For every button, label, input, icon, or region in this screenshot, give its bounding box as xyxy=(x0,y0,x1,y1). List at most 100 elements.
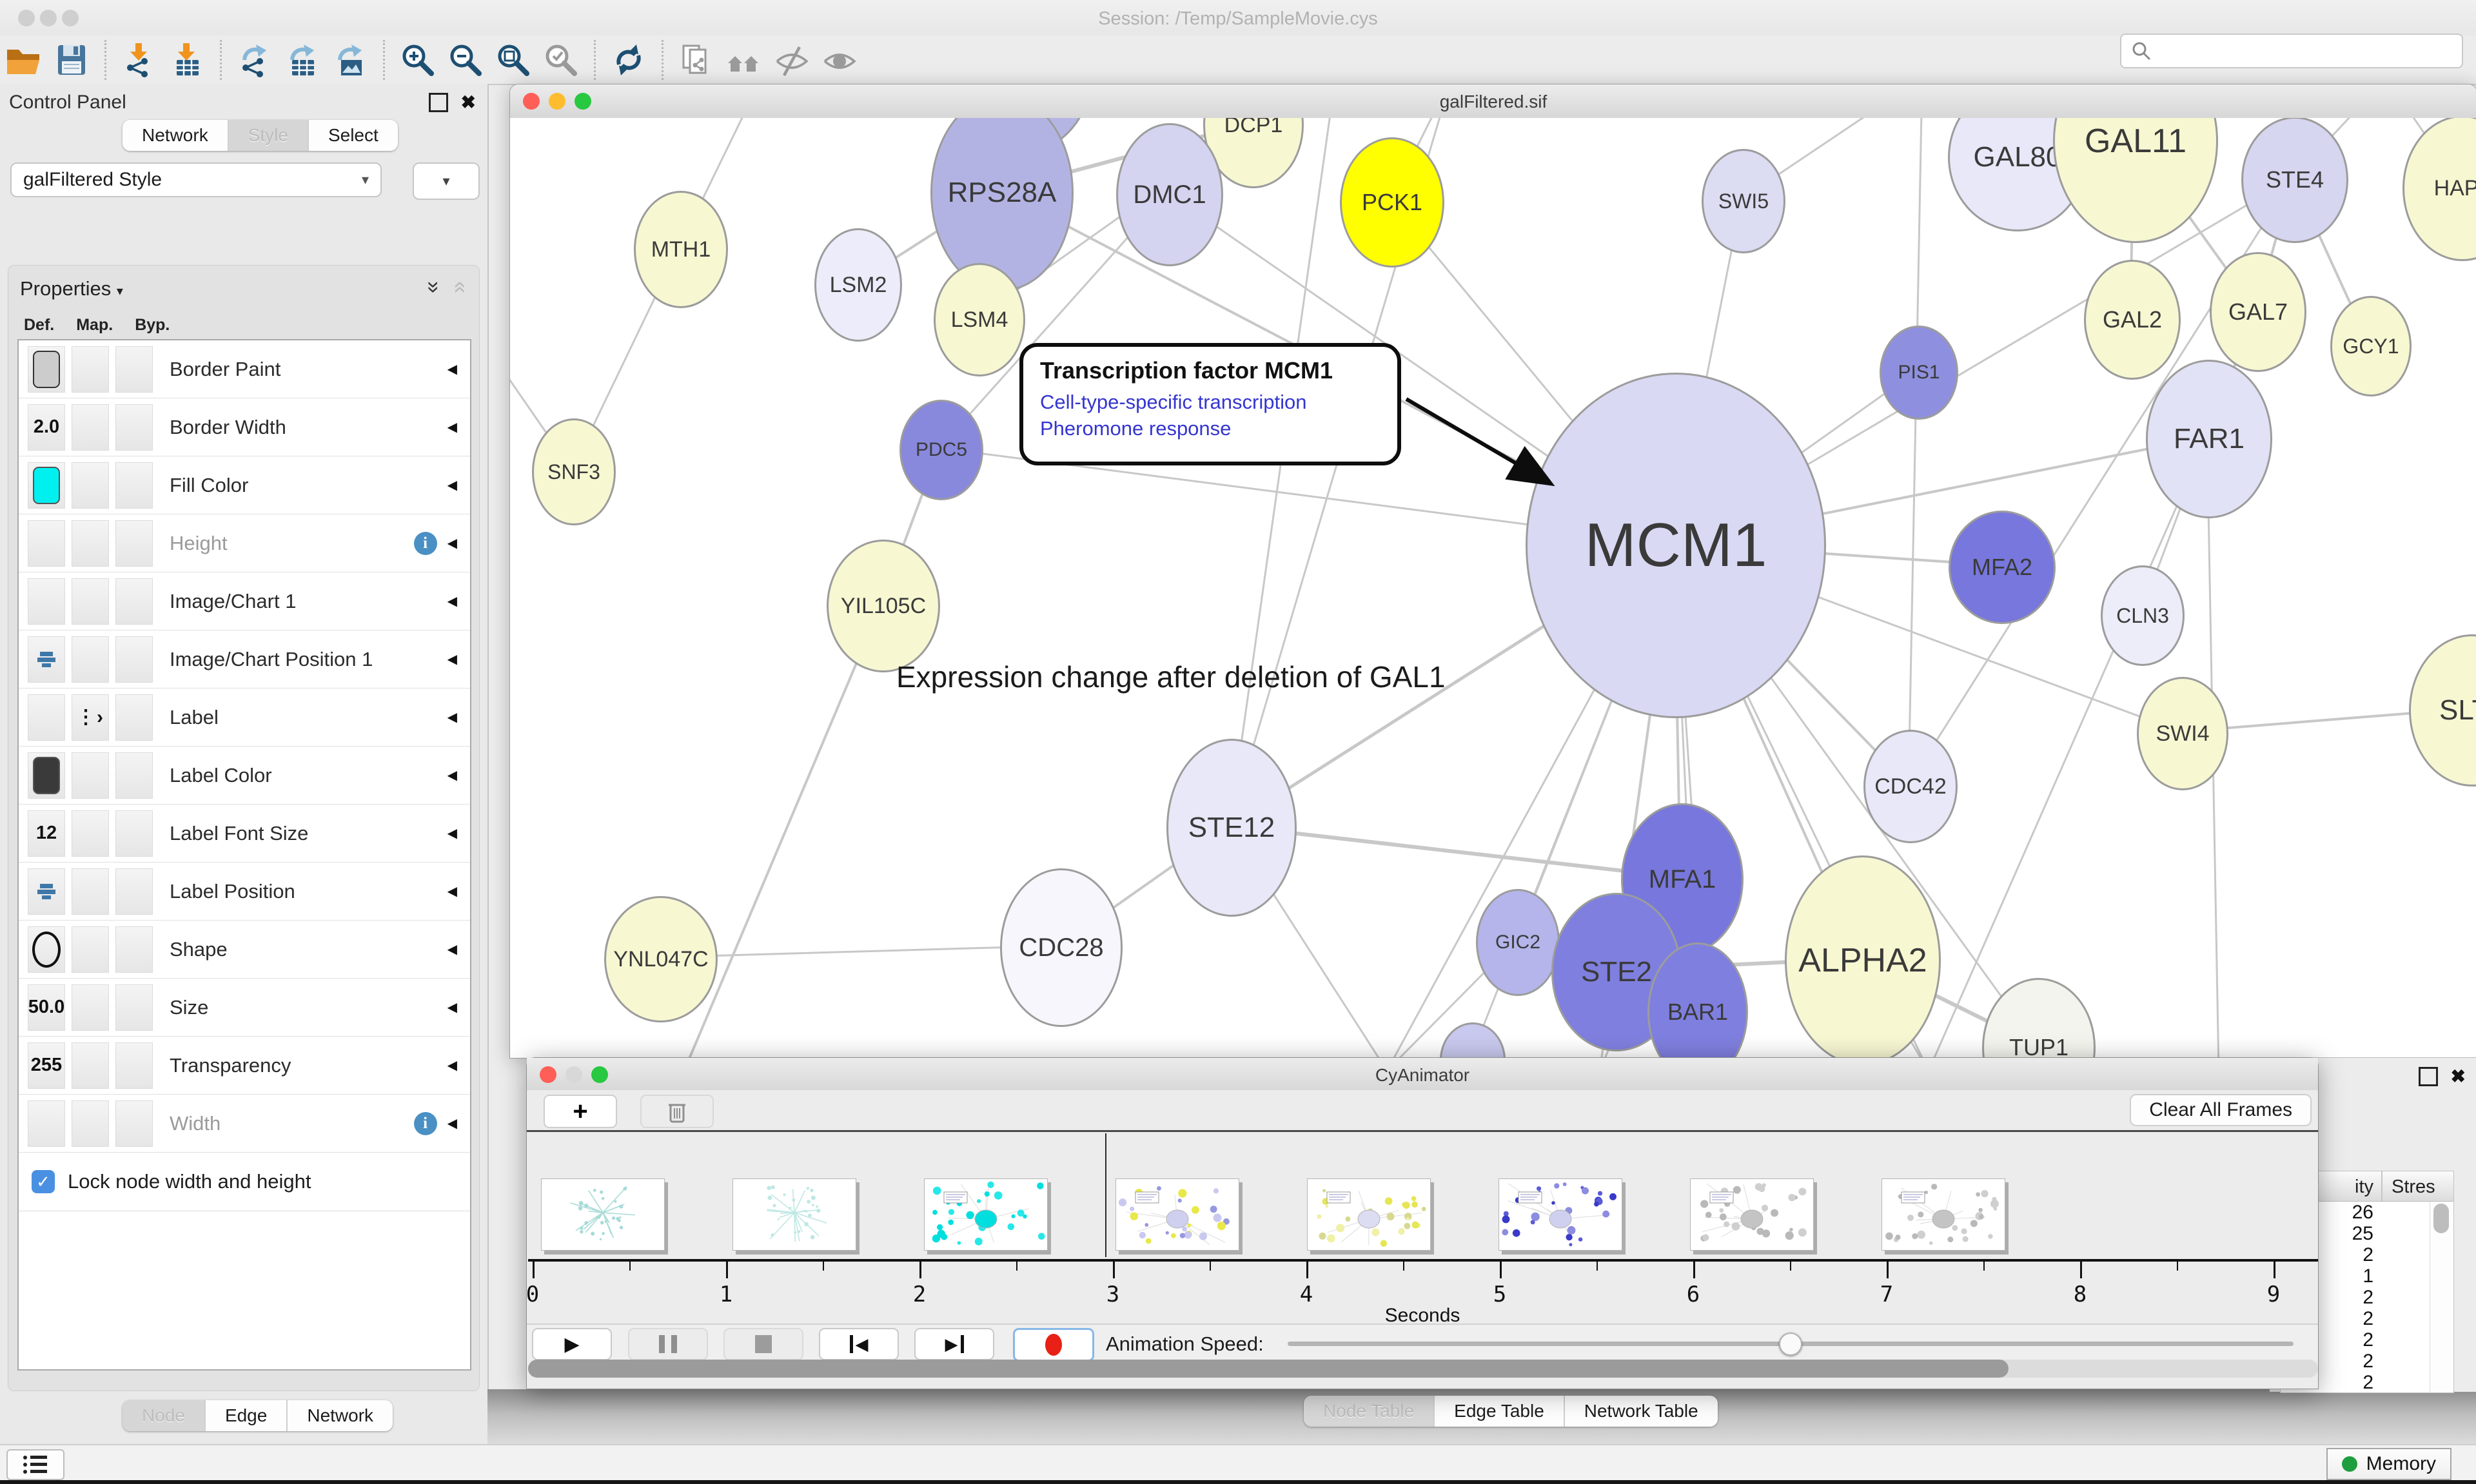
property-cell[interactable] xyxy=(28,694,65,741)
properties-header[interactable]: Properties ▾ xyxy=(20,277,123,300)
property-cell[interactable] xyxy=(72,462,109,509)
collapse-left-icon[interactable]: ◀ xyxy=(447,709,457,725)
clear-all-frames-button[interactable]: Clear All Frames xyxy=(2130,1094,2312,1126)
tab-network[interactable]: Network xyxy=(288,1400,393,1431)
property-cell[interactable] xyxy=(72,404,109,451)
property-row-image-chart-position-1[interactable]: Image/Chart Position 1◀ xyxy=(19,630,470,688)
animation-timeline[interactable]: 0123456789 Seconds xyxy=(527,1132,2318,1323)
property-row-border-paint[interactable]: Border Paint◀ xyxy=(19,340,470,398)
annotation-link[interactable]: Pheromone response xyxy=(1040,416,1380,442)
property-cell[interactable] xyxy=(72,1100,109,1147)
property-cell[interactable]: 2.0 xyxy=(28,404,65,451)
network-node-snf3[interactable]: SNF3 xyxy=(532,418,616,525)
property-cell[interactable] xyxy=(115,926,153,973)
table-column-header[interactable]: Stres xyxy=(2383,1171,2453,1201)
network-node-far1[interactable]: FAR1 xyxy=(2146,360,2272,518)
tab-select[interactable]: Select xyxy=(309,120,398,151)
zoom-fit-icon[interactable] xyxy=(489,39,537,81)
collapse-left-icon[interactable]: ◀ xyxy=(447,361,457,377)
property-row-label[interactable]: ⋮›Label◀ xyxy=(19,688,470,747)
tab-network[interactable]: Network xyxy=(123,120,229,151)
property-row-label-color[interactable]: Label Color◀ xyxy=(19,747,470,805)
network-node-mth1[interactable]: MTH1 xyxy=(634,191,728,308)
collapse-left-icon[interactable]: ◀ xyxy=(447,651,457,667)
network-node-cdc42[interactable]: CDC42 xyxy=(1863,730,1958,843)
import-network-icon[interactable] xyxy=(115,39,163,81)
zoom-out-icon[interactable] xyxy=(442,39,489,81)
home-icon[interactable] xyxy=(720,39,768,81)
collapse-left-icon[interactable]: ◀ xyxy=(447,999,457,1015)
property-cell[interactable] xyxy=(115,1042,153,1089)
network-canvas[interactable]: Transcription factor MCM1 Cell-type-spec… xyxy=(510,118,2476,1058)
network-node-yil105c[interactable]: YIL105C xyxy=(827,540,940,672)
network-node-cdc28[interactable]: CDC28 xyxy=(1000,868,1123,1027)
network-node-lsm4[interactable]: LSM4 xyxy=(934,263,1025,376)
network-window-titlebar[interactable]: galFiltered.sif xyxy=(510,84,2476,119)
property-cell[interactable] xyxy=(72,578,109,625)
add-frame-button[interactable]: + xyxy=(544,1095,617,1128)
annotation-link[interactable]: Cell-type-specific transcription xyxy=(1040,389,1380,416)
property-cell[interactable] xyxy=(115,1100,153,1147)
property-cell[interactable]: 12 xyxy=(28,810,65,857)
expand-all-icon[interactable]: » xyxy=(421,281,446,293)
frame-thumbnail-6[interactable] xyxy=(1498,1178,1622,1251)
network-node-gal2[interactable]: GAL2 xyxy=(2084,260,2181,380)
timeline-playhead[interactable] xyxy=(1105,1133,1106,1257)
tab-network-table[interactable]: Network Table xyxy=(1565,1396,1718,1427)
property-cell[interactable] xyxy=(115,810,153,857)
property-cell[interactable] xyxy=(28,636,65,683)
collapse-left-icon[interactable]: ◀ xyxy=(447,825,457,841)
collapse-left-icon[interactable]: ◀ xyxy=(447,1057,457,1073)
network-node-swi4[interactable]: SWI4 xyxy=(2137,677,2228,790)
network-node-gcy1[interactable]: GCY1 xyxy=(2330,296,2412,396)
property-cell[interactable] xyxy=(115,694,153,741)
collapse-left-icon[interactable]: ◀ xyxy=(447,535,457,551)
property-cell[interactable] xyxy=(115,462,153,509)
frame-thumbnail-2[interactable] xyxy=(732,1178,856,1251)
network-node-mfa2[interactable]: MFA2 xyxy=(1949,511,2056,624)
property-cell[interactable] xyxy=(28,868,65,915)
network-node-lsm2[interactable]: LSM2 xyxy=(814,228,902,342)
close-panel-icon[interactable]: ✖ xyxy=(461,93,476,112)
property-cell[interactable]: ⋮› xyxy=(72,694,109,741)
save-icon[interactable] xyxy=(48,39,95,81)
record-button[interactable] xyxy=(1013,1328,1094,1362)
info-icon[interactable]: i xyxy=(414,1112,437,1135)
property-cell[interactable] xyxy=(115,984,153,1031)
collapse-left-icon[interactable]: ◀ xyxy=(447,941,457,957)
network-node-dmc1[interactable]: DMC1 xyxy=(1116,123,1223,266)
network-node-ynl047c[interactable]: YNL047C xyxy=(604,896,718,1022)
network-node-pis1[interactable]: PIS1 xyxy=(1880,326,1958,420)
export-table-icon[interactable] xyxy=(279,39,326,81)
skip-start-button[interactable]: ◀ xyxy=(819,1328,899,1360)
network-file-icon[interactable] xyxy=(673,39,720,81)
property-cell[interactable] xyxy=(72,520,109,567)
property-cell[interactable] xyxy=(115,636,153,683)
collapse-left-icon[interactable]: ◀ xyxy=(447,477,457,493)
network-node-ste12[interactable]: STE12 xyxy=(1166,739,1297,917)
property-cell[interactable] xyxy=(72,1042,109,1089)
property-row-label-font-size[interactable]: 12Label Font Size◀ xyxy=(19,805,470,863)
export-network-icon[interactable] xyxy=(231,39,279,81)
collapse-left-icon[interactable]: ◀ xyxy=(447,593,457,609)
tab-style[interactable]: Style xyxy=(229,120,309,151)
collapse-left-icon[interactable]: ◀ xyxy=(447,419,457,435)
open-folder-icon[interactable] xyxy=(0,39,48,81)
property-cell[interactable] xyxy=(72,752,109,799)
skip-end-button[interactable]: ▶ xyxy=(914,1328,994,1360)
timeline-scrollbar[interactable] xyxy=(528,1360,2318,1378)
property-cell[interactable] xyxy=(72,926,109,973)
property-row-fill-color[interactable]: Fill Color◀ xyxy=(19,456,470,514)
frame-thumbnail-1[interactable] xyxy=(541,1178,665,1251)
property-cell[interactable] xyxy=(72,346,109,393)
zoom-selected-icon[interactable] xyxy=(537,39,585,81)
property-cell[interactable] xyxy=(72,984,109,1031)
speed-slider-thumb[interactable] xyxy=(1779,1333,1802,1356)
network-node-pck1[interactable]: PCK1 xyxy=(1340,137,1444,268)
network-node-cln3[interactable]: CLN3 xyxy=(2101,565,2185,666)
property-row-width[interactable]: Widthi◀ xyxy=(19,1095,470,1153)
style-selector[interactable]: galFiltered Style ▾ xyxy=(10,162,382,197)
property-cell[interactable] xyxy=(28,578,65,625)
network-node-pdc5[interactable]: PDC5 xyxy=(899,400,983,500)
export-image-icon[interactable] xyxy=(326,39,374,81)
